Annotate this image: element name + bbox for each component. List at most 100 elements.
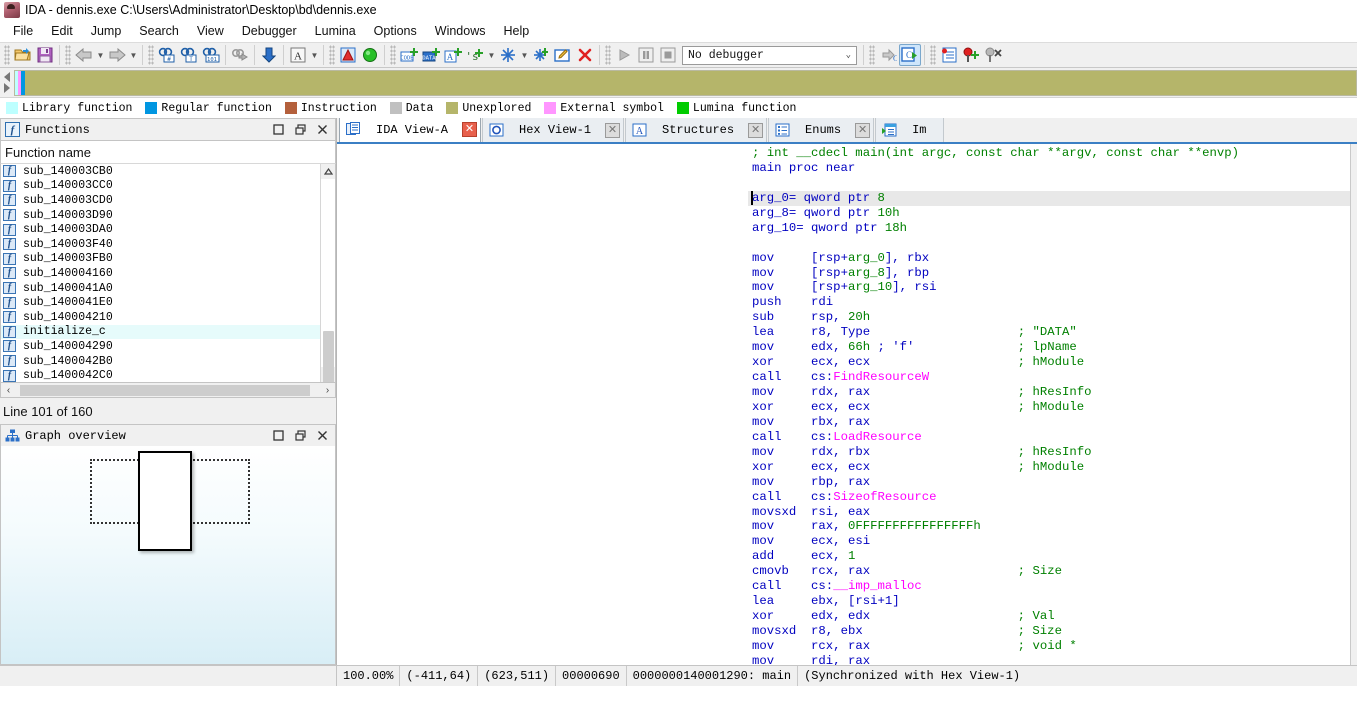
scroll-up-icon[interactable]	[320, 164, 335, 179]
delete-icon[interactable]	[574, 44, 596, 66]
maximize-icon[interactable]	[267, 426, 289, 446]
step-over-source-icon[interactable]: C	[877, 44, 899, 66]
navband-right-icon[interactable]	[4, 83, 10, 93]
undefine-icon[interactable]	[530, 44, 552, 66]
pause-process-icon[interactable]	[635, 44, 657, 66]
code-instruction-line[interactable]: mov [rsp+arg_0], rbx	[748, 251, 1357, 266]
code-instruction-line[interactable]: movsxd rsi, eax	[748, 505, 1357, 520]
scrollbar-thumb[interactable]	[322, 331, 334, 382]
add-breakpoint-icon[interactable]	[960, 44, 982, 66]
function-list-item[interactable]: f sub_140003D90	[1, 208, 320, 223]
functions-column-header[interactable]: Function name	[0, 140, 336, 164]
code-instruction-line[interactable]: xor ecx, ecx ; hModule	[748, 460, 1357, 475]
function-list-item[interactable]: f sub_1400041A0	[1, 281, 320, 296]
code-lines[interactable]: ; int __cdecl main(int argc, const char …	[748, 144, 1357, 665]
function-list-item[interactable]: f sub_1400041E0	[1, 295, 320, 310]
tab-structures[interactable]: A Structures ✕	[625, 118, 768, 142]
toolbar-grip-bp[interactable]	[930, 45, 936, 65]
code-instruction-line[interactable]: mov rbx, rax	[748, 415, 1357, 430]
clear-breakpoints-icon[interactable]	[982, 44, 1004, 66]
code-instruction-line[interactable]: add ecx, 1	[748, 549, 1357, 564]
search-text-icon[interactable]: T	[178, 44, 200, 66]
run-to-icon[interactable]	[359, 44, 381, 66]
menu-item-view[interactable]: View	[188, 22, 233, 40]
step-into-source-icon[interactable]: C	[899, 44, 921, 66]
code-instruction-line[interactable]: push rdi	[748, 295, 1357, 310]
font-icon[interactable]: A	[287, 44, 309, 66]
code-instruction-line[interactable]: cmovb rcx, rax ; Size	[748, 564, 1357, 579]
make-string-icon[interactable]: 's	[464, 44, 486, 66]
function-list-item[interactable]: f sub_140003DA0	[1, 222, 320, 237]
hscrollbar-thumb[interactable]	[20, 384, 310, 396]
font-dropdown-icon[interactable]: ▼	[309, 44, 320, 66]
functions-horizontal-scrollbar[interactable]: ‹ ›	[0, 382, 336, 398]
code-stack-var-line[interactable]: arg_10= qword ptr 18h	[748, 221, 1357, 236]
functions-vertical-scrollbar[interactable]	[320, 164, 335, 382]
navband-strip[interactable]	[14, 69, 1357, 96]
navigate-back-icon[interactable]	[73, 44, 95, 66]
scroll-right-icon[interactable]: ›	[320, 385, 335, 396]
function-list-item[interactable]: f sub_140003CB0	[1, 164, 320, 179]
graph-overview-canvas[interactable]	[0, 446, 336, 665]
code-instruction-line[interactable]: lea ebx, [rsi+1]	[748, 594, 1357, 609]
code-instruction-line[interactable]: mov ecx, esi	[748, 534, 1357, 549]
menu-item-file[interactable]: File	[4, 22, 42, 40]
search-hex-icon[interactable]: #	[156, 44, 178, 66]
close-icon[interactable]	[311, 120, 333, 140]
code-comment-line[interactable]: ; int __cdecl main(int argc, const char …	[748, 146, 1357, 161]
function-list-item[interactable]: f sub_1400042C0	[1, 368, 320, 382]
function-list-item[interactable]: f sub_140003CD0	[1, 193, 320, 208]
code-instruction-line[interactable]: mov [rsp+arg_8], rbp	[748, 266, 1357, 281]
code-stack-var-line[interactable]: arg_0= qword ptr 8	[748, 190, 1357, 206]
function-list-item[interactable]: f sub_140004290	[1, 339, 320, 354]
toolbar-grip-search[interactable]	[148, 45, 154, 65]
menu-item-search[interactable]: Search	[130, 22, 188, 40]
make-code-icon[interactable]: CODE	[398, 44, 420, 66]
function-list-item[interactable]: f sub_140003FB0	[1, 252, 320, 267]
run-process-icon[interactable]	[613, 44, 635, 66]
code-instruction-line[interactable]: call cs:LoadResource	[748, 430, 1357, 445]
code-instruction-line[interactable]: mov rcx, rax ; void *	[748, 639, 1357, 654]
function-list-item[interactable]: f sub_140004160	[1, 266, 320, 281]
toolbar-grip[interactable]	[4, 45, 10, 65]
menu-item-lumina[interactable]: Lumina	[306, 22, 365, 40]
string-dropdown-icon[interactable]: ▼	[486, 44, 497, 66]
code-instruction-line[interactable]: mov [rsp+arg_10], rsi	[748, 280, 1357, 295]
code-proc-line[interactable]: main proc near	[748, 161, 1357, 176]
menu-item-options[interactable]: Options	[365, 22, 426, 40]
toolbar-grip-make[interactable]	[390, 45, 396, 65]
toolbar-grip-debug[interactable]	[605, 45, 611, 65]
graph-overview-viewport[interactable]	[138, 451, 192, 551]
restore-icon[interactable]	[289, 120, 311, 140]
tab-close-icon[interactable]: ✕	[462, 122, 478, 137]
tab-close-icon[interactable]: ✕	[855, 122, 871, 138]
struct-dropdown-icon[interactable]: ▼	[519, 44, 530, 66]
code-instruction-line[interactable]: mov rdx, rax ; hResInfo	[748, 385, 1357, 400]
function-list-item[interactable]: f sub_1400042B0	[1, 354, 320, 369]
code-instruction-line[interactable]: xor ecx, ecx ; hModule	[748, 355, 1357, 370]
save-icon[interactable]	[34, 44, 56, 66]
code-instruction-line[interactable]: call cs:__imp_malloc	[748, 579, 1357, 594]
code-instruction-line[interactable]: lea r8, Type ; "DATA"	[748, 325, 1357, 340]
close-icon[interactable]	[311, 426, 333, 446]
functions-list[interactable]: f sub_140003CB0 f sub_140003CC0 f sub_140003C…	[1, 164, 320, 382]
code-instruction-line[interactable]: mov rdx, rbx ; hResInfo	[748, 445, 1357, 460]
toolbar-grip-step[interactable]	[869, 45, 875, 65]
code-instruction-line[interactable]: mov rbp, rax	[748, 475, 1357, 490]
code-stack-var-line[interactable]: arg_8= qword ptr 10h	[748, 206, 1357, 221]
make-array-icon[interactable]: A	[442, 44, 464, 66]
stop-process-icon[interactable]	[657, 44, 679, 66]
maximize-icon[interactable]	[267, 120, 289, 140]
tab-close-icon[interactable]: ✕	[748, 122, 764, 138]
menu-item-edit[interactable]: Edit	[42, 22, 82, 40]
function-list-item[interactable]: f initialize_c	[1, 324, 320, 340]
make-struct-icon[interactable]	[497, 44, 519, 66]
navband-left-icon[interactable]	[4, 72, 10, 82]
graph-pane-blank[interactable]	[337, 144, 747, 665]
warning-icon[interactable]	[337, 44, 359, 66]
breakpoint-list-icon[interactable]	[938, 44, 960, 66]
navband-arrows[interactable]	[0, 68, 14, 97]
code-instruction-line[interactable]: call cs:FindResourceW	[748, 370, 1357, 385]
scroll-left-icon[interactable]: ‹	[1, 385, 16, 396]
edit-function-icon[interactable]	[552, 44, 574, 66]
